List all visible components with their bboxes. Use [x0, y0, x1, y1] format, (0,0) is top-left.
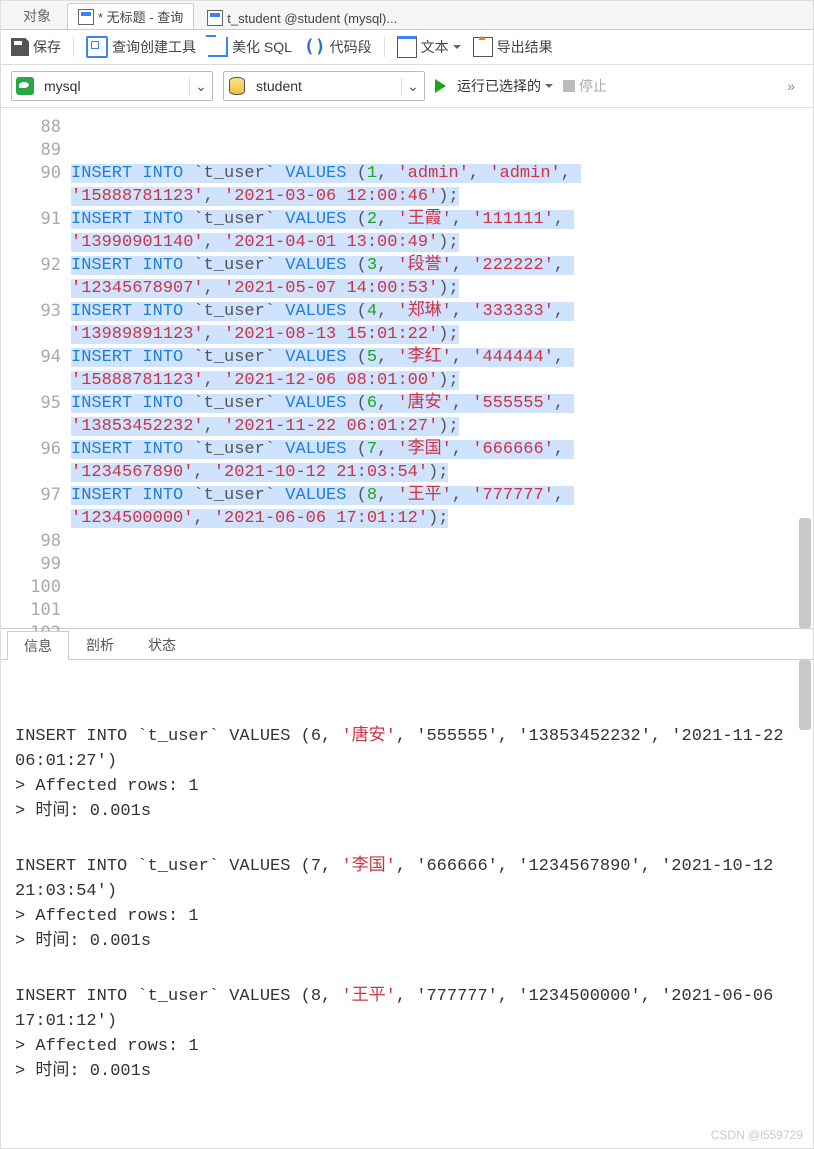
message-block: INSERT INTO `t_user` VALUES (7, '李国', '6…	[15, 854, 799, 954]
chevron-down-icon	[545, 84, 553, 92]
chevron-down-icon: ⌄	[401, 78, 424, 95]
tab-query-label: * 无标题 - 查询	[98, 7, 183, 26]
chevron-down-icon	[453, 45, 461, 53]
more-icon[interactable]: »	[787, 78, 803, 94]
chevron-down-icon: ⌄	[189, 78, 212, 95]
play-icon	[435, 79, 453, 93]
snippet-button[interactable]: ()代码段	[304, 37, 372, 57]
line-gutter: 888990919293949596979899100101102	[1, 108, 71, 628]
beautify-icon	[208, 37, 228, 57]
code-area[interactable]: INSERT INTO `t_user` VALUES (1, 'admin',…	[71, 108, 813, 628]
database-name: student	[250, 78, 401, 94]
builder-icon	[86, 36, 108, 58]
sql-editor[interactable]: 888990919293949596979899100101102 INSERT…	[1, 108, 813, 629]
run-button[interactable]: 运行已选择的	[435, 76, 553, 96]
scrollbar-thumb[interactable]	[799, 660, 811, 730]
export-button[interactable]: 导出结果	[473, 37, 553, 57]
tab-table[interactable]: t_student @student (mysql)...	[196, 6, 408, 29]
tab-profile[interactable]: 剖析	[69, 630, 131, 659]
text-button[interactable]: 文本	[397, 36, 461, 58]
connection-select[interactable]: mysql ⌄	[11, 71, 213, 101]
connection-row: mysql ⌄ student ⌄ 运行已选择的 停止 »	[1, 65, 813, 108]
tab-status[interactable]: 状态	[131, 630, 193, 659]
scrollbar-thumb[interactable]	[799, 518, 811, 628]
table-icon	[207, 10, 223, 26]
separator	[73, 37, 74, 57]
beautify-button[interactable]: 美化 SQL	[208, 37, 292, 57]
query-builder-button[interactable]: 查询创建工具	[86, 36, 196, 58]
save-icon	[11, 38, 29, 56]
export-icon	[473, 37, 493, 57]
toolbar: 保存 查询创建工具 美化 SQL ()代码段 文本 导出结果	[1, 30, 813, 65]
stop-icon	[563, 80, 575, 92]
editor-tabs: 对象 * 无标题 - 查询 t_student @student (mysql)…	[1, 1, 813, 30]
watermark: CSDN @l559729	[711, 1128, 803, 1142]
result-tabs: 信息 剖析 状态	[1, 629, 813, 660]
text-icon	[397, 36, 417, 58]
tab-table-label: t_student @student (mysql)...	[227, 11, 397, 26]
code-icon: ()	[304, 39, 326, 55]
query-icon	[78, 9, 94, 25]
message-output[interactable]: INSERT INTO `t_user` VALUES (6, '唐安', '5…	[1, 660, 813, 1148]
tab-query[interactable]: * 无标题 - 查询	[67, 3, 194, 29]
connection-name: mysql	[38, 78, 189, 94]
database-icon	[229, 77, 245, 95]
tab-info[interactable]: 信息	[7, 631, 69, 660]
save-button[interactable]: 保存	[11, 37, 61, 57]
separator	[384, 37, 385, 57]
database-select[interactable]: student ⌄	[223, 71, 425, 101]
stop-button: 停止	[563, 76, 607, 96]
message-block: INSERT INTO `t_user` VALUES (8, '王平', '7…	[15, 984, 799, 1084]
mysql-icon	[16, 77, 34, 95]
message-block: INSERT INTO `t_user` VALUES (6, '唐安', '5…	[15, 724, 799, 824]
objects-label[interactable]: 对象	[9, 3, 65, 29]
